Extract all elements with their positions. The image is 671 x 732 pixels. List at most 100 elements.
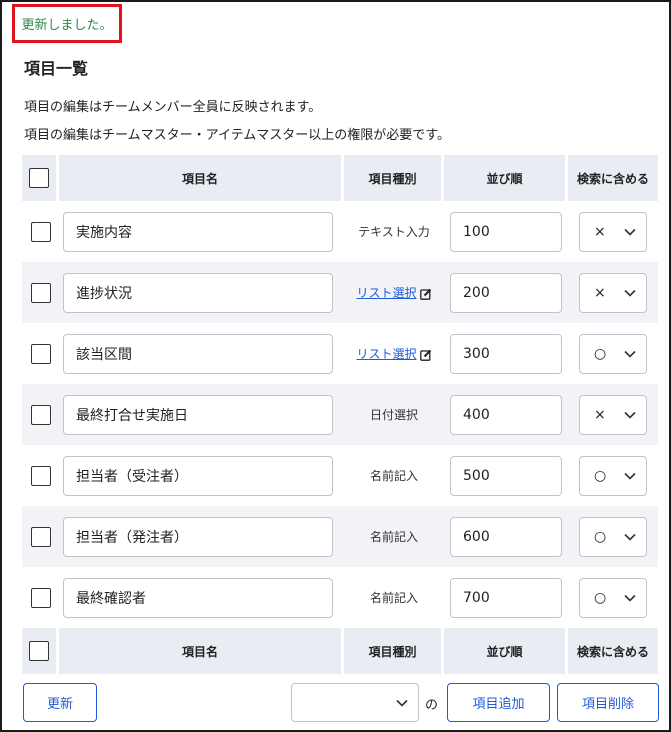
search-cell: × bbox=[568, 384, 658, 445]
add-item-button[interactable]: 項目追加 bbox=[447, 683, 550, 722]
search-include-value: ○ bbox=[594, 589, 607, 606]
search-cell: ○ bbox=[568, 445, 658, 506]
search-include-select[interactable]: × bbox=[579, 394, 647, 435]
order-input[interactable] bbox=[450, 272, 562, 313]
order-input[interactable] bbox=[450, 516, 562, 557]
search-cell: ○ bbox=[568, 323, 658, 384]
row-checkbox[interactable] bbox=[30, 587, 51, 608]
row-checkbox-cell bbox=[22, 262, 59, 323]
edit-icon[interactable] bbox=[419, 288, 432, 300]
search-cell: × bbox=[568, 262, 658, 323]
item-type-cell: 名前記入 bbox=[344, 445, 444, 506]
search-include-select[interactable]: × bbox=[579, 272, 647, 313]
select-all-checkbox[interactable] bbox=[29, 168, 49, 188]
order-input[interactable] bbox=[450, 394, 562, 435]
item-name-input[interactable] bbox=[63, 577, 333, 618]
item-name-cell bbox=[59, 262, 344, 323]
order-cell bbox=[444, 323, 568, 384]
order-input[interactable] bbox=[450, 211, 562, 252]
row-checkbox-cell bbox=[22, 201, 59, 262]
order-cell bbox=[444, 506, 568, 567]
item-type-select[interactable] bbox=[291, 683, 419, 722]
search-include-value: × bbox=[594, 223, 606, 240]
items-table: 項目名 項目種別 並び順 検索に含める テキスト入力 × リスト選択 × リスト… bbox=[22, 155, 658, 674]
chevron-down-icon bbox=[624, 411, 636, 419]
description-2: 項目の編集はチームマスター・アイテムマスター以上の権限が必要です。 bbox=[24, 128, 451, 143]
type-list-link[interactable]: リスト選択 bbox=[356, 347, 416, 361]
table-footer-row: 項目名 項目種別 並び順 検索に含める bbox=[22, 628, 658, 674]
search-include-select[interactable]: ○ bbox=[579, 455, 647, 496]
order-input[interactable] bbox=[450, 333, 562, 374]
order-input[interactable] bbox=[450, 577, 562, 618]
delete-item-button[interactable]: 項目削除 bbox=[557, 683, 659, 722]
chevron-down-icon bbox=[624, 533, 636, 541]
search-include-value: ○ bbox=[594, 345, 607, 362]
search-include-select[interactable]: ○ bbox=[579, 333, 647, 374]
type-label: 名前記入 bbox=[369, 469, 418, 483]
search-include-select[interactable]: ○ bbox=[579, 577, 647, 618]
row-checkbox[interactable] bbox=[30, 465, 51, 486]
item-name-input[interactable] bbox=[63, 455, 333, 496]
item-name-cell bbox=[59, 445, 344, 506]
item-name-cell bbox=[59, 506, 344, 567]
header-order: 並び順 bbox=[444, 155, 568, 201]
type-label: テキスト入力 bbox=[358, 225, 430, 239]
table-row: 日付選択 × bbox=[22, 384, 658, 445]
row-checkbox-cell bbox=[22, 323, 59, 384]
table-row: リスト選択 × bbox=[22, 262, 658, 323]
order-cell bbox=[444, 384, 568, 445]
row-checkbox[interactable] bbox=[30, 282, 51, 303]
item-name-cell bbox=[59, 201, 344, 262]
item-name-cell bbox=[59, 323, 344, 384]
footer-order: 並び順 bbox=[444, 628, 568, 674]
edit-icon[interactable] bbox=[419, 349, 432, 361]
order-cell bbox=[444, 567, 568, 628]
search-include-select[interactable]: ○ bbox=[579, 516, 647, 557]
update-notice: 更新しました。 bbox=[12, 4, 122, 43]
row-checkbox-cell bbox=[22, 506, 59, 567]
chevron-down-icon bbox=[624, 594, 636, 602]
update-button[interactable]: 更新 bbox=[23, 683, 97, 722]
item-name-cell bbox=[59, 384, 344, 445]
row-checkbox[interactable] bbox=[30, 526, 51, 547]
item-name-input[interactable] bbox=[63, 516, 333, 557]
item-name-input[interactable] bbox=[63, 333, 333, 374]
header-item-type: 項目種別 bbox=[344, 155, 444, 201]
item-name-input[interactable] bbox=[63, 272, 333, 313]
item-type-cell: テキスト入力 bbox=[344, 201, 444, 262]
page-title: 項目一覧 bbox=[24, 59, 89, 78]
table-row: リスト選択 ○ bbox=[22, 323, 658, 384]
item-type-cell: 名前記入 bbox=[344, 567, 444, 628]
order-input[interactable] bbox=[450, 455, 562, 496]
type-list-link[interactable]: リスト選択 bbox=[356, 286, 416, 300]
table-header-row: 項目名 項目種別 並び順 検索に含める bbox=[22, 155, 658, 201]
row-checkbox[interactable] bbox=[30, 404, 51, 425]
table-row: 名前記入 ○ bbox=[22, 445, 658, 506]
table-row: 名前記入 ○ bbox=[22, 567, 658, 628]
row-checkbox-cell bbox=[22, 445, 59, 506]
chevron-down-icon bbox=[624, 472, 636, 480]
footer-select-all-checkbox[interactable] bbox=[29, 641, 49, 661]
chevron-down-icon bbox=[396, 699, 408, 707]
header-include-search: 検索に含める bbox=[568, 155, 658, 201]
row-checkbox[interactable] bbox=[30, 343, 51, 364]
footer-include-search: 検索に含める bbox=[568, 628, 658, 674]
item-type-cell: 名前記入 bbox=[344, 506, 444, 567]
table-row: 名前記入 ○ bbox=[22, 506, 658, 567]
item-name-input[interactable] bbox=[63, 394, 333, 435]
header-item-name: 項目名 bbox=[59, 155, 344, 201]
chevron-down-icon bbox=[624, 350, 636, 358]
search-include-select[interactable]: × bbox=[579, 211, 647, 252]
search-cell: ○ bbox=[568, 567, 658, 628]
order-cell bbox=[444, 262, 568, 323]
search-cell: × bbox=[568, 201, 658, 262]
item-type-cell: 日付選択 bbox=[344, 384, 444, 445]
order-cell bbox=[444, 201, 568, 262]
description-1: 項目の編集はチームメンバー全員に反映されます。 bbox=[24, 100, 322, 115]
item-name-input[interactable] bbox=[63, 211, 333, 252]
table-row: テキスト入力 × bbox=[22, 201, 658, 262]
row-checkbox[interactable] bbox=[30, 221, 51, 242]
footer-item-type: 項目種別 bbox=[344, 628, 444, 674]
type-label: 日付選択 bbox=[369, 408, 418, 422]
row-checkbox-cell bbox=[22, 384, 59, 445]
